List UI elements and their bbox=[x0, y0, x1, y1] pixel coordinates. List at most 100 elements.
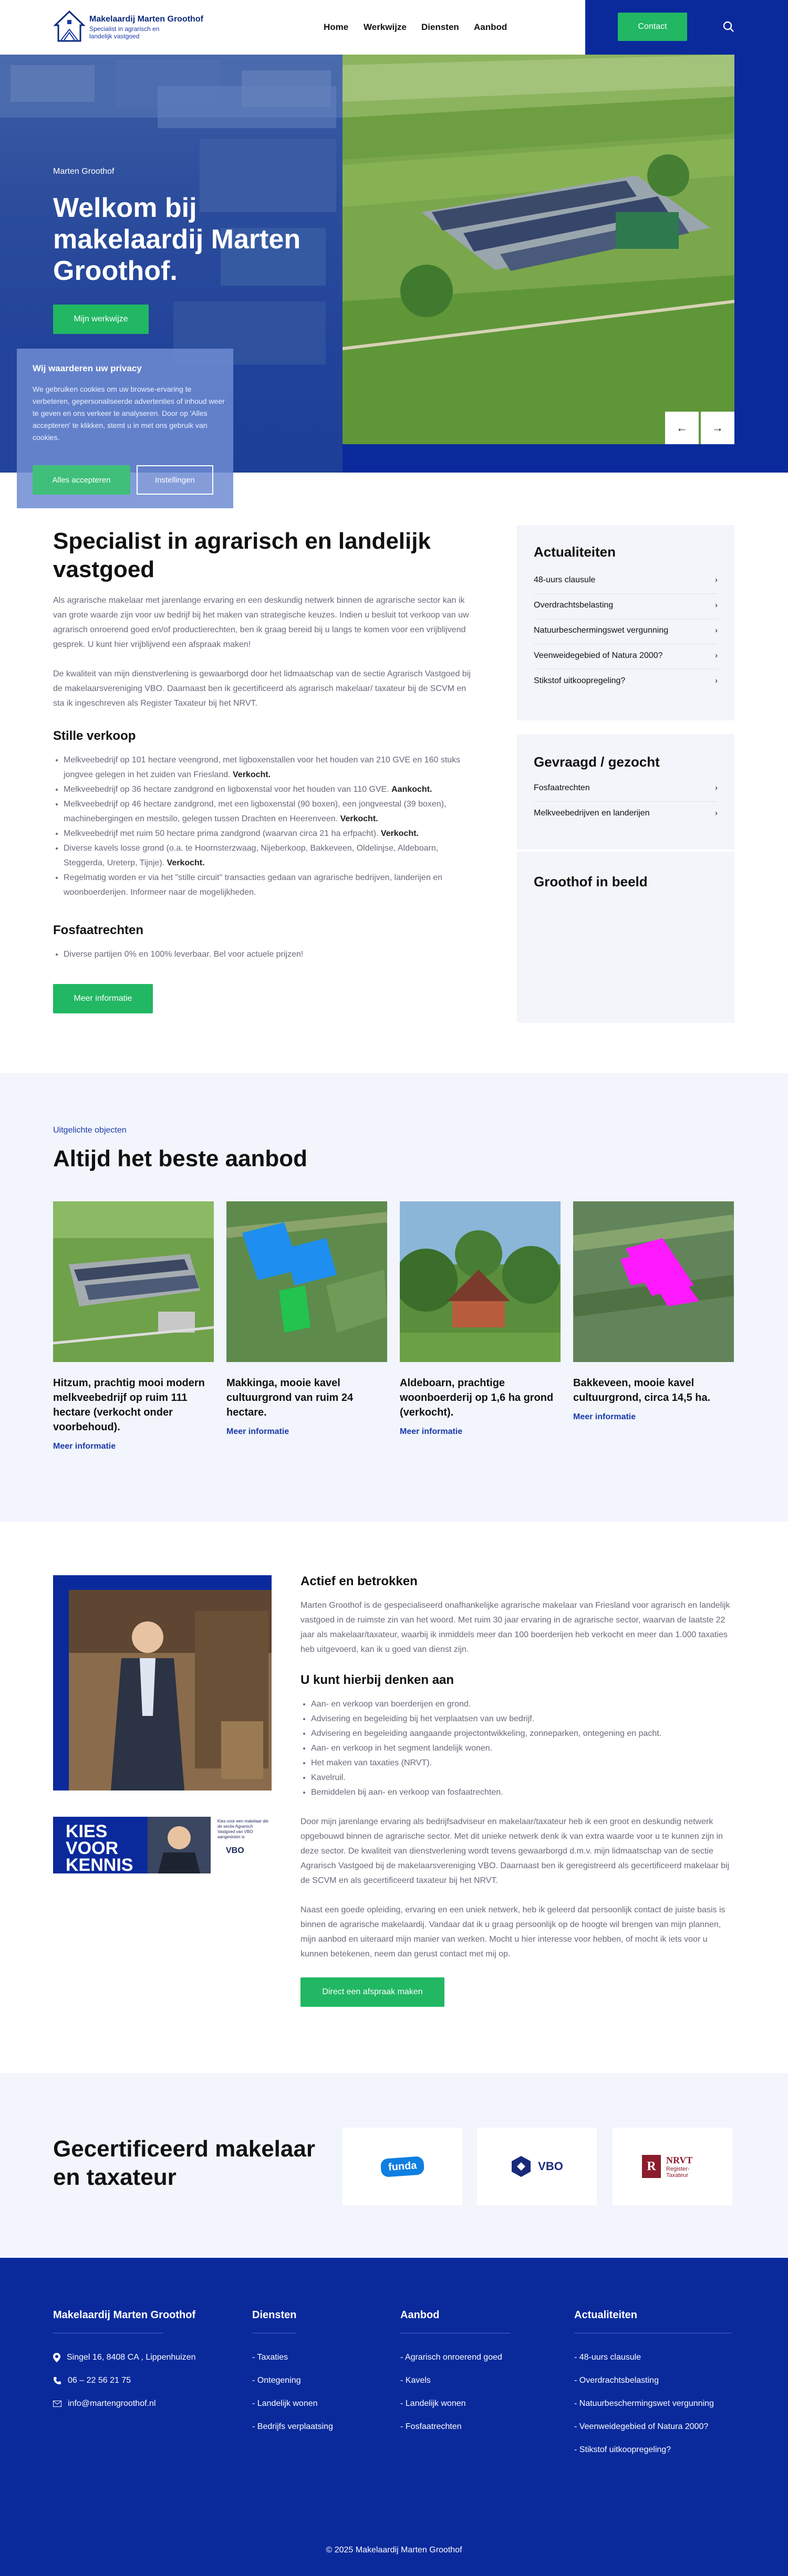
actualiteit-item[interactable]: 48-uurs clausule › bbox=[534, 575, 718, 594]
footer-link[interactable]: - Landelijk wonen bbox=[400, 2392, 511, 2415]
nav-home[interactable]: Home bbox=[324, 22, 348, 33]
contact-button[interactable]: Contact bbox=[618, 13, 687, 41]
specialist-intro: Als agrarische makelaar met jarenlange e… bbox=[53, 596, 469, 649]
logo-title[interactable]: Makelaardij Marten Groothof bbox=[89, 15, 203, 24]
footer-link[interactable]: - Stikstof uitkoopregeling? bbox=[574, 2438, 732, 2462]
nav-diensten[interactable]: Diensten bbox=[421, 22, 459, 33]
list-item: Aan- en verkoop in het segment landelijk… bbox=[311, 1741, 734, 1756]
actualiteit-item[interactable]: Natuurbeschermingswet vergunning › bbox=[534, 626, 718, 644]
services-list: Aan- en verkoop van boerderijen en grond… bbox=[300, 1697, 734, 1800]
footer-email[interactable]: info@martengroothof.nl bbox=[53, 2392, 196, 2415]
object-image[interactable] bbox=[573, 1201, 734, 1362]
about-intro: Marten Groothof is de gespecialiseerd on… bbox=[300, 1601, 730, 1654]
object-more-link[interactable]: Meer informatie bbox=[53, 1442, 214, 1451]
object-more-link[interactable]: Meer informatie bbox=[573, 1412, 734, 1422]
footer-link[interactable]: - Overdrachtsbelasting bbox=[574, 2369, 732, 2392]
funda-logo-icon: funda bbox=[380, 2155, 425, 2177]
phone-icon bbox=[54, 2377, 61, 2384]
arrow-right-icon: → bbox=[712, 421, 723, 434]
footer-aanbod-title: Aanbod bbox=[400, 2309, 440, 2321]
object-card[interactable]: Bakkeveen, mooie kavel cultuurgrond, cir… bbox=[573, 1201, 734, 1422]
footer-link[interactable]: - Agrarisch onroerend goed bbox=[400, 2346, 511, 2369]
vbo-banner: Kies voor een makelaar die de sectie Agr… bbox=[215, 1817, 272, 1873]
object-image[interactable] bbox=[400, 1201, 561, 1362]
specialist-section: Specialist in agrarisch en landelijk vas… bbox=[53, 527, 473, 1013]
actualiteit-item[interactable]: Stikstof uitkoopregeling? › bbox=[534, 676, 718, 694]
footer-link[interactable]: - Veenweidegebied of Natura 2000? bbox=[574, 2415, 732, 2438]
about-contact: Naast een goede opleiding, ervaring en e… bbox=[300, 1905, 725, 1959]
hero-next-button[interactable]: → bbox=[701, 412, 734, 444]
object-card[interactable]: Aldeboarn, prachtige woonboerderij op 1,… bbox=[400, 1201, 561, 1437]
funda-logo[interactable]: funda bbox=[343, 2128, 462, 2205]
hero-prev-button[interactable]: ← bbox=[665, 412, 699, 444]
footer-contact-column: Makelaardij Marten Groothof Singel 16, 8… bbox=[53, 2309, 196, 2415]
vbo-logo[interactable]: VBO bbox=[477, 2128, 597, 2205]
meer-informatie-button[interactable]: Meer informatie bbox=[53, 984, 153, 1013]
footer-link[interactable]: - Fosfaatrechten bbox=[400, 2415, 511, 2438]
nav-aanbod[interactable]: Aanbod bbox=[474, 22, 507, 33]
werkwijze-button[interactable]: Mijn werkwijze bbox=[53, 305, 149, 334]
footer-link[interactable]: - 48-uurs clausule bbox=[574, 2346, 732, 2369]
stille-verkoop-list: Melkveebedrijf op 101 hectare veengrond,… bbox=[53, 753, 473, 900]
object-image[interactable] bbox=[53, 1201, 214, 1362]
afspraak-button[interactable]: Direct een afspraak maken bbox=[300, 1977, 444, 2007]
list-item: Bemiddelen bij aan- en verkoop van fosfa… bbox=[311, 1785, 734, 1800]
footer-link[interactable]: - Landelijk wonen bbox=[252, 2392, 333, 2415]
hero-farm-image bbox=[343, 55, 734, 444]
gevraagd-item[interactable]: Melkveebedrijven en landerijen › bbox=[534, 809, 718, 826]
footer-link[interactable]: - Kavels bbox=[400, 2369, 511, 2392]
object-image[interactable] bbox=[226, 1201, 387, 1362]
list-item: Regelmatig worden er via het "stille cir… bbox=[64, 871, 473, 900]
site-header: Makelaardij Marten Groothof Specialist i… bbox=[0, 0, 788, 55]
fosfaat-title: Fosfaatrechten bbox=[53, 923, 144, 937]
certification-section: Gecertificeerd makelaar en taxateur fund… bbox=[0, 2073, 788, 2258]
specialist-title: Specialist in agrarisch en landelijk vas… bbox=[53, 528, 431, 582]
footer-link[interactable]: - Bedrijfs verplaatsing bbox=[252, 2415, 333, 2438]
gevraagd-title: Gevraagd / gezocht bbox=[534, 754, 660, 770]
list-item: Kavelruil. bbox=[311, 1771, 734, 1785]
footer-phone[interactable]: 06 – 22 56 21 75 bbox=[53, 2369, 196, 2392]
list-item: Advisering en begeleiding bij het verpla… bbox=[311, 1712, 734, 1726]
arrow-left-icon: ← bbox=[676, 421, 688, 434]
cookie-banner: Wij waarderen uw privacy We gebruiken co… bbox=[17, 349, 233, 508]
cookie-settings-button[interactable]: Instellingen bbox=[137, 465, 213, 495]
chevron-right-icon: › bbox=[715, 783, 718, 792]
footer-link[interactable]: - Ontegening bbox=[252, 2369, 333, 2392]
object-more-link[interactable]: Meer informatie bbox=[226, 1427, 387, 1437]
chevron-right-icon: › bbox=[715, 676, 718, 685]
search-icon[interactable] bbox=[723, 21, 734, 33]
site-footer: Makelaardij Marten Groothof Singel 16, 8… bbox=[0, 2258, 788, 2576]
specialist-quality: De kwaliteit van mijn dienstverlening is… bbox=[53, 669, 471, 708]
actualiteit-item[interactable]: Veenweidegebied of Natura 2000? › bbox=[534, 651, 718, 669]
footer-link[interactable]: - Natuurbeschermingswet vergunning bbox=[574, 2392, 732, 2415]
stille-verkoop-title: Stille verkoop bbox=[53, 729, 136, 743]
object-title: Bakkeveen, mooie kavel cultuurgrond, cir… bbox=[573, 1377, 711, 1404]
objects-kicker: Uitgelichte objecten bbox=[53, 1126, 127, 1135]
actualiteit-item[interactable]: Overdrachtsbelasting › bbox=[534, 601, 718, 619]
footer-company-title: Makelaardij Marten Groothof bbox=[53, 2309, 196, 2321]
nav-werkwijze[interactable]: Werkwijze bbox=[364, 22, 407, 33]
about-title: Actief en betrokken bbox=[300, 1574, 418, 1588]
about-network: Door mijn jarenlange ervaring als bedrij… bbox=[300, 1817, 730, 1885]
accept-cookies-button[interactable]: Alles accepteren bbox=[33, 465, 130, 495]
object-title: Aldeboarn, prachtige woonboerderij op 1,… bbox=[400, 1377, 554, 1418]
footer-diensten-column: Diensten - Taxaties - Ontegening - Lande… bbox=[252, 2309, 333, 2438]
object-more-link[interactable]: Meer informatie bbox=[400, 1427, 561, 1437]
nrvt-logo[interactable]: R NRVT Register-Taxateur bbox=[613, 2128, 732, 2205]
logo-icon[interactable] bbox=[53, 9, 86, 44]
object-card[interactable]: Makkinga, mooie kavel cultuurgrond van r… bbox=[226, 1201, 387, 1437]
cookie-title: Wij waarderen uw privacy bbox=[33, 363, 142, 373]
mail-icon bbox=[53, 2401, 61, 2407]
objects-title: Altijd het beste aanbod bbox=[53, 1146, 308, 1171]
vbo-logo-icon: VBO bbox=[226, 1846, 244, 1855]
chevron-right-icon: › bbox=[715, 626, 718, 635]
list-item: Advisering en begeleiding aangaande proj… bbox=[311, 1726, 734, 1741]
gevraagd-item[interactable]: Fosfaatrechten › bbox=[534, 783, 718, 802]
object-card[interactable]: Hitzum, prachtig mooi modern melkveebedr… bbox=[53, 1201, 214, 1451]
list-item: Melkveebedrijf op 46 hectare zandgrond, … bbox=[64, 797, 473, 826]
footer-diensten-title: Diensten bbox=[252, 2309, 297, 2321]
services-title: U kunt hierbij denken aan bbox=[300, 1673, 454, 1687]
footer-link[interactable]: - Taxaties bbox=[252, 2346, 333, 2369]
cert-title: Gecertificeerd makelaar en taxateur bbox=[53, 2136, 315, 2190]
list-item: Diverse partijen 0% en 100% leverbaar. B… bbox=[64, 947, 473, 962]
